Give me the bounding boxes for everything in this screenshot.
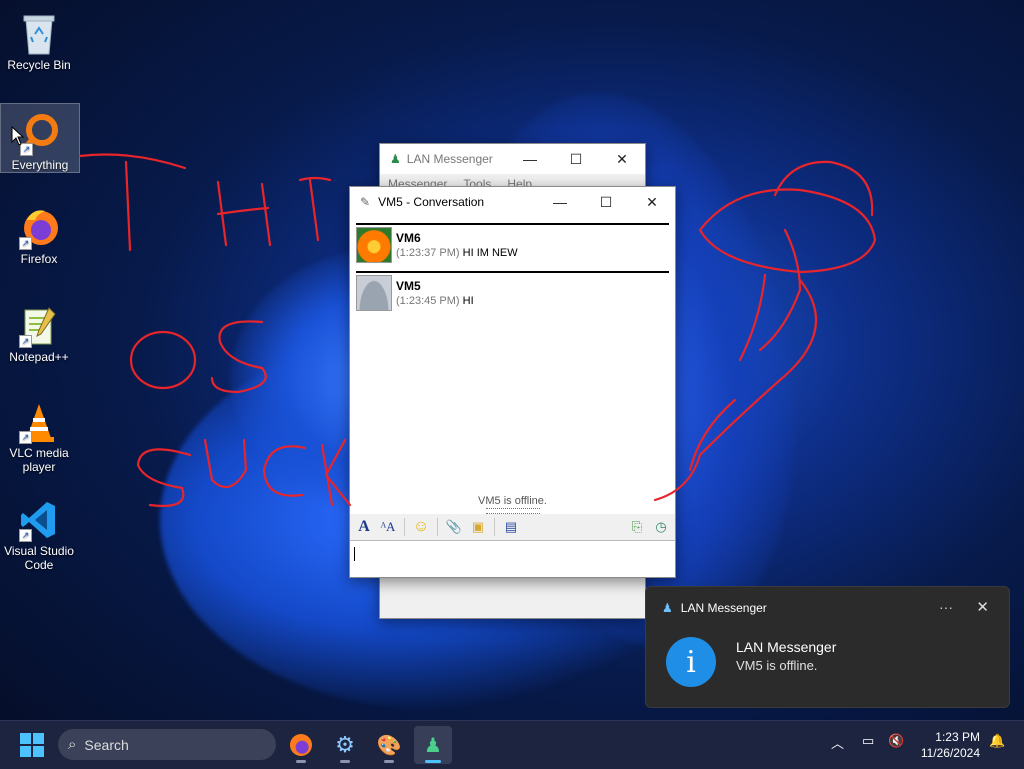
toolbar-separator	[404, 518, 405, 536]
recycle-bin-icon	[19, 12, 59, 56]
desktop-icon-vscode[interactable]: ↗ Visual Studio Code	[0, 490, 78, 578]
windows-logo-icon	[20, 733, 31, 744]
notepadpp-icon: ↗	[19, 304, 59, 348]
network-icon[interactable]: ▭	[862, 733, 874, 749]
notification-bell-icon[interactable]: 🔔	[989, 733, 1005, 749]
settings-icon: ⚙	[335, 732, 355, 757]
desktop-icon-notepadpp[interactable]: ↗ Notepad++	[0, 296, 78, 368]
taskbar-paint[interactable]: 🎨	[370, 726, 408, 764]
message-sender: VM5	[396, 279, 421, 293]
maximize-button[interactable]: ☐	[553, 144, 599, 174]
flower-avatar	[356, 227, 392, 263]
title-bar[interactable]: ✎ VM5 - Conversation — ☐ ✕	[350, 187, 675, 217]
search-placeholder: Search	[84, 736, 129, 753]
window-title: VM5 - Conversation	[378, 195, 485, 209]
volume-muted-icon[interactable]: 🔇	[888, 733, 904, 749]
history-icon[interactable]: ⎘	[627, 517, 647, 537]
message-time: (1:23:37 PM)	[396, 247, 460, 259]
send-file-icon[interactable]: 📎	[444, 517, 464, 537]
clock-date: 11/26/2024	[920, 746, 980, 760]
shortcut-arrow-icon: ↗	[19, 529, 32, 542]
title-bar[interactable]: ♟ LAN Messenger — ☐ ✕	[380, 144, 645, 174]
conversation-window[interactable]: ✎ VM5 - Conversation — ☐ ✕ VM6 (1:23:37 …	[349, 186, 676, 578]
firefox-icon: ↗	[19, 206, 59, 250]
minimize-button[interactable]: —	[507, 144, 553, 174]
shortcut-arrow-icon: ↗	[19, 335, 32, 348]
toast-app-name: LAN Messenger	[680, 601, 767, 615]
toast-body: VM5 is offline.	[736, 658, 818, 673]
desktop-icon-label: Recycle Bin	[7, 58, 71, 72]
close-button[interactable]: ✕	[599, 144, 645, 174]
taskbar-search-box[interactable]: ⌕ Search	[58, 729, 276, 760]
running-indicator	[384, 760, 394, 763]
save-icon[interactable]: ▤	[501, 517, 521, 537]
running-indicator	[296, 760, 306, 763]
toast-title: LAN Messenger	[736, 639, 837, 655]
message-text: HI	[462, 295, 474, 307]
transfers-icon[interactable]: ◷	[651, 517, 671, 537]
lan-messenger-icon: ♟	[424, 734, 442, 757]
font-icon[interactable]: A	[354, 517, 374, 537]
desktop-icon-label: VLC media player	[9, 446, 69, 474]
start-button[interactable]	[20, 733, 44, 757]
everything-search-icon: ↗	[20, 112, 60, 156]
shortcut-arrow-icon: ↗	[19, 237, 32, 250]
toolbar-separator	[437, 518, 438, 536]
taskbar-firefox[interactable]	[282, 726, 320, 764]
taskbar-settings[interactable]: ⚙	[326, 726, 364, 764]
font-color-icon[interactable]: ᴬA	[378, 517, 398, 537]
more-options-button[interactable]: ···	[939, 599, 953, 615]
lan-messenger-icon: ♟	[662, 601, 673, 615]
window-title: LAN Messenger	[406, 152, 493, 166]
desktop-icon-label: Everything	[11, 158, 69, 172]
shortcut-arrow-icon: ↗	[19, 431, 32, 444]
conversation-icon: ✎	[360, 195, 371, 209]
clock-time: 1:23 PM	[935, 730, 980, 744]
minimize-button[interactable]: —	[537, 187, 583, 217]
system-clock[interactable]: 1:23 PM 11/26/2024	[921, 729, 980, 761]
mouse-cursor-icon	[11, 126, 25, 146]
firefox-icon	[290, 734, 312, 756]
desktop-icon-firefox[interactable]: ↗ Firefox	[0, 198, 78, 270]
message-item: VM6 (1:23:37 PM) HI IM NEW	[356, 223, 669, 263]
vlc-icon: ↗	[19, 400, 59, 444]
info-icon: i	[666, 637, 716, 687]
vscode-icon: ↗	[19, 498, 59, 542]
taskbar: ⌕ Search ⚙ 🎨 ♟ ︿ ▭ 🔇 1:23 PM 11/26/2024 …	[0, 720, 1024, 769]
message-time: (1:23:45 PM)	[396, 295, 460, 307]
search-icon: ⌕	[68, 736, 77, 753]
close-button[interactable]: ✕	[629, 187, 675, 217]
text-caret	[354, 547, 355, 561]
message-text: HI IM NEW	[462, 247, 518, 259]
running-indicator	[340, 760, 350, 763]
default-user-avatar	[356, 275, 392, 311]
desktop-icon-label: Firefox	[20, 252, 58, 266]
message-item: VM5 (1:23:45 PM) HI	[356, 271, 669, 311]
paint-icon: 🎨	[376, 734, 402, 757]
lan-messenger-icon: ♟	[390, 152, 401, 166]
running-indicator	[425, 760, 441, 763]
desktop-icon-label: Notepad++	[9, 350, 69, 364]
toast-close-button[interactable]: ✕	[976, 598, 989, 616]
desktop-icon-recycle-bin[interactable]: Recycle Bin	[0, 4, 78, 76]
message-input[interactable]	[350, 540, 675, 577]
maximize-button[interactable]: ☐	[583, 187, 629, 217]
desktop-icon-label: Visual Studio Code	[4, 544, 74, 572]
chevron-up-icon[interactable]: ︿	[831, 733, 844, 752]
send-folder-icon[interactable]: ▣	[468, 517, 488, 537]
emoticon-icon[interactable]: ☺	[411, 517, 431, 537]
toolbar-separator	[494, 518, 495, 536]
message-toolbar: A ᴬA ☺ 📎 ▣ ▤ ⎘ ◷	[350, 514, 675, 540]
toast-notification[interactable]: ♟ LAN Messenger ··· ✕ i LAN Messenger VM…	[645, 586, 1010, 708]
message-sender: VM6	[396, 231, 421, 245]
offline-status-note: VM5 is offline.	[478, 495, 547, 507]
taskbar-lan-messenger[interactable]: ♟	[414, 726, 452, 764]
desktop-icon-vlc[interactable]: ↗ VLC media player	[0, 392, 78, 480]
